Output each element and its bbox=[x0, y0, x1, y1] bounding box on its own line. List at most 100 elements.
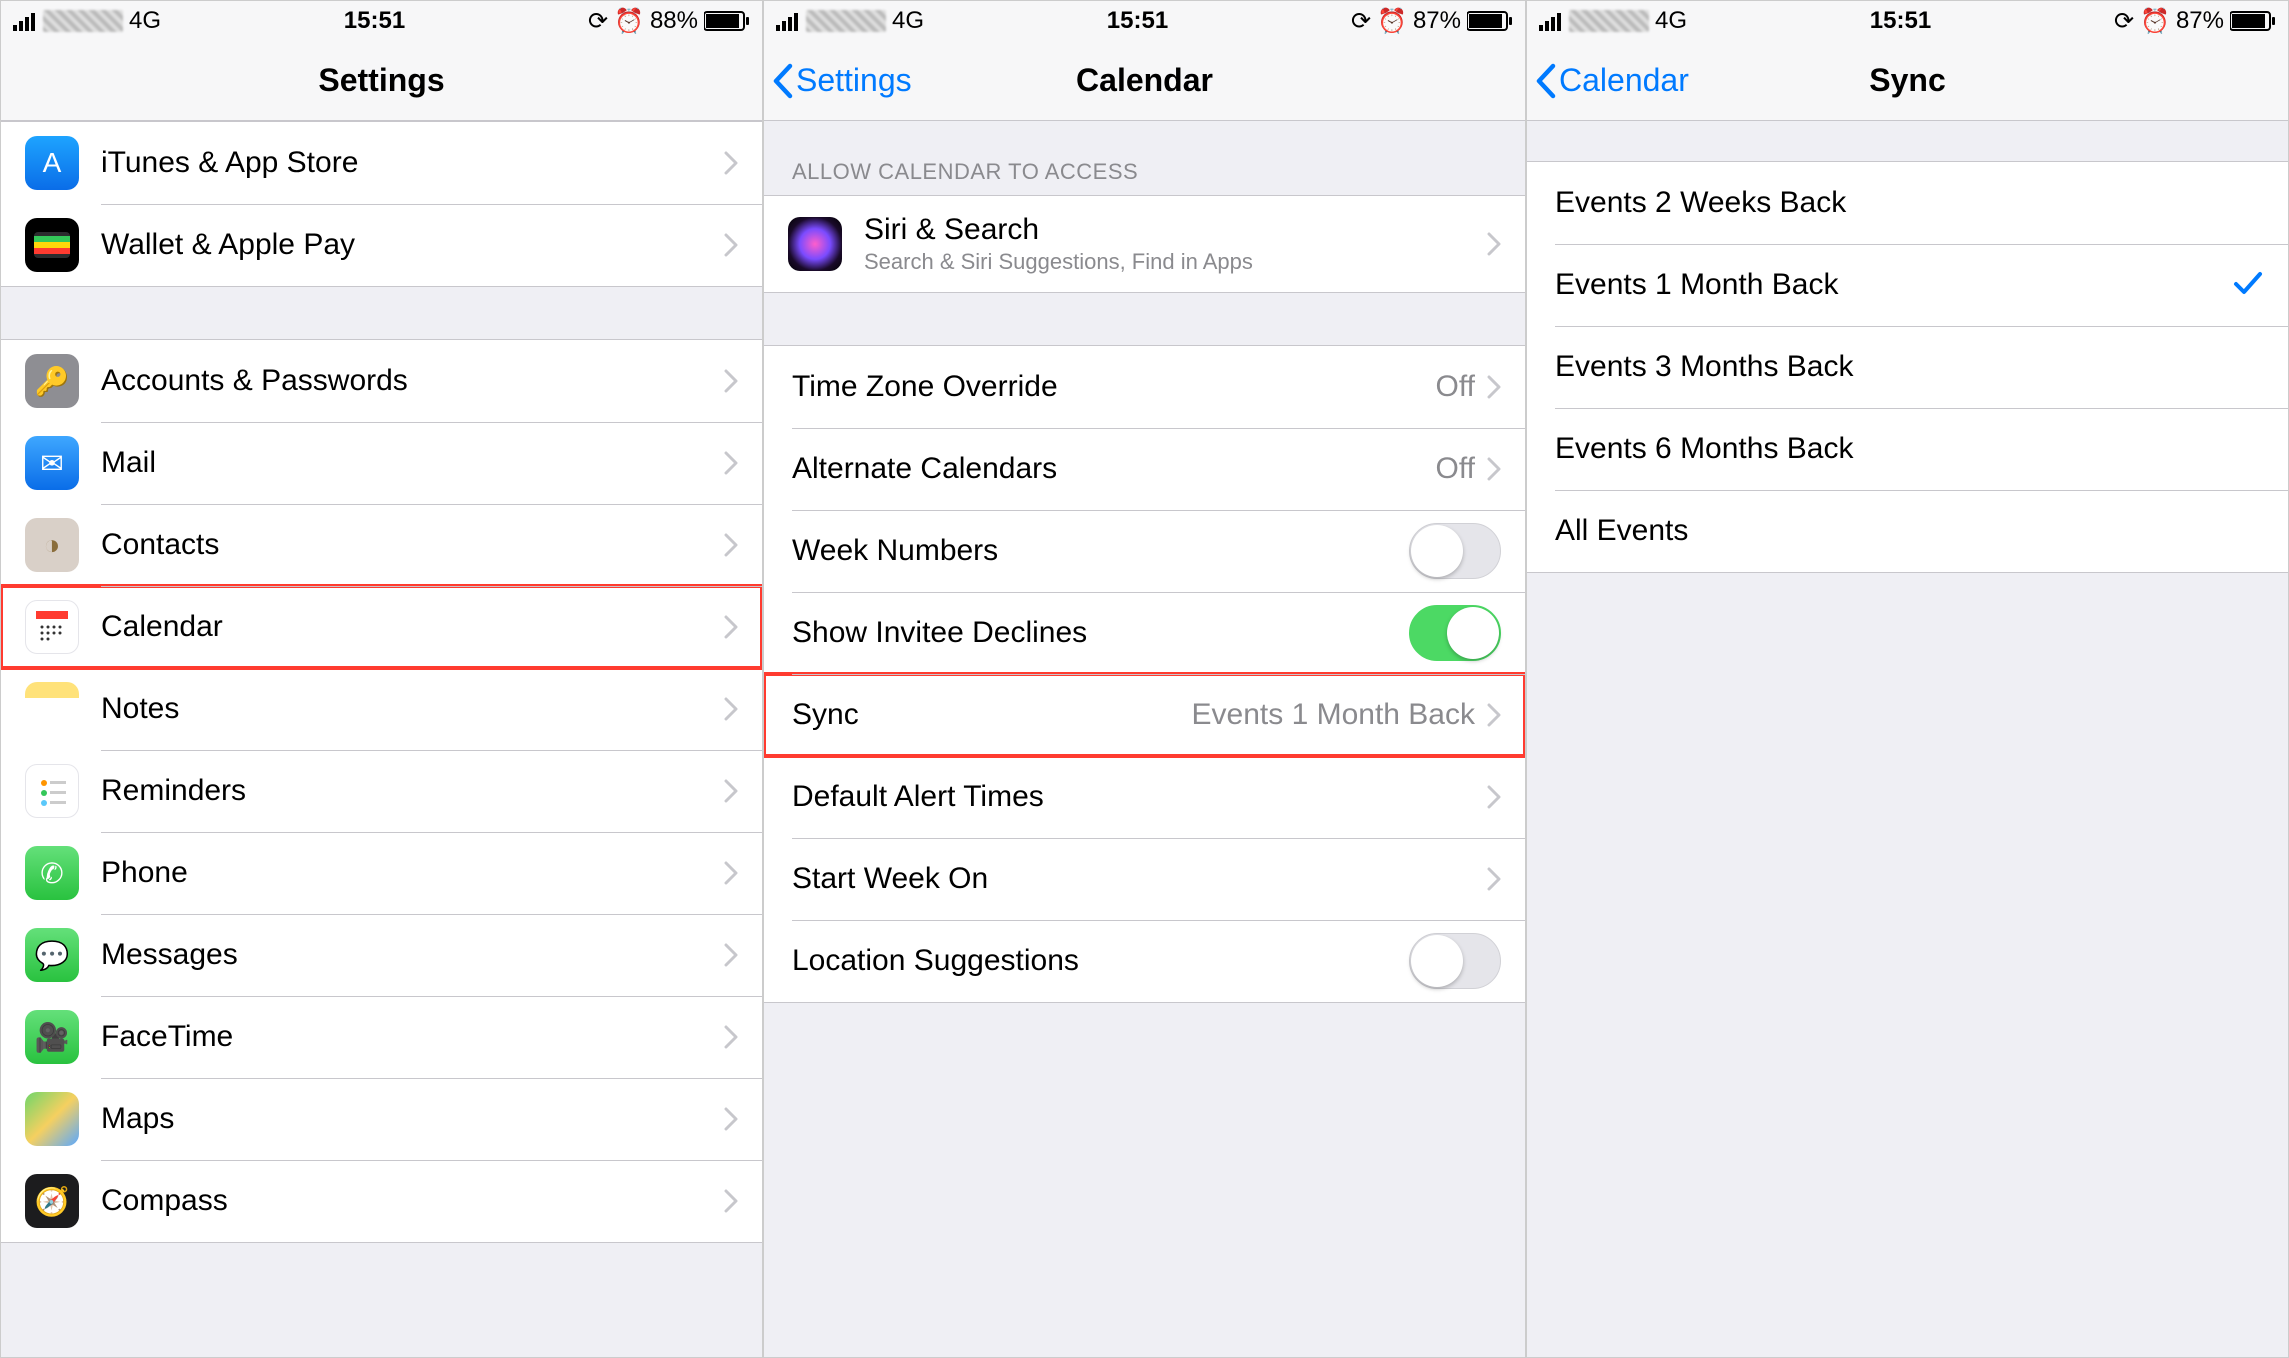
row-start-week-on[interactable]: Start Week On bbox=[764, 838, 1525, 920]
orientation-lock-icon: ⟳ bbox=[1351, 7, 1371, 36]
page-title: Calendar bbox=[1076, 62, 1213, 99]
row-facetime[interactable]: 🎥 FaceTime bbox=[1, 996, 762, 1078]
row-label: iTunes & App Store bbox=[101, 146, 724, 180]
status-time: 15:51 bbox=[1107, 7, 1168, 35]
row-label: Contacts bbox=[101, 528, 724, 562]
chevron-left-icon bbox=[1535, 62, 1559, 100]
option-1-month[interactable]: Events 1 Month Back bbox=[1527, 244, 2288, 326]
nav-bar: Calendar Sync bbox=[1527, 41, 2288, 121]
row-contacts[interactable]: ◑ Contacts bbox=[1, 504, 762, 586]
row-messages[interactable]: 💬 Messages bbox=[1, 914, 762, 996]
row-siri-search[interactable]: Siri & Search Search & Siri Suggestions,… bbox=[764, 196, 1525, 292]
row-default-alert-times[interactable]: Default Alert Times bbox=[764, 756, 1525, 838]
settings-group-store: A iTunes & App Store Wallet & Apple Pay bbox=[1, 121, 762, 287]
row-label: Calendar bbox=[101, 610, 724, 644]
chevron-right-icon bbox=[1487, 232, 1501, 256]
row-label: Location Suggestions bbox=[792, 944, 1409, 978]
row-label: Siri & Search bbox=[864, 213, 1487, 247]
row-maps[interactable]: Maps bbox=[1, 1078, 762, 1160]
row-phone[interactable]: ✆ Phone bbox=[1, 832, 762, 914]
page-title: Sync bbox=[1869, 62, 1945, 99]
chevron-right-icon bbox=[724, 1025, 738, 1049]
row-show-invitee-declines[interactable]: Show Invitee Declines bbox=[764, 592, 1525, 674]
calendar-settings-pane: 4G 15:51 ⟳ ⏰ 87% Settings Calendar Allow… bbox=[763, 0, 1526, 1358]
row-reminders[interactable]: Reminders bbox=[1, 750, 762, 832]
settings-pane: 4G 15:51 ⟳ ⏰ 88% Settings A iTunes & App… bbox=[0, 0, 763, 1358]
row-value: Events 1 Month Back bbox=[1192, 698, 1475, 732]
alarm-icon: ⏰ bbox=[614, 7, 644, 36]
row-label: Sync bbox=[792, 698, 1192, 732]
battery-percent: 88% bbox=[650, 7, 698, 35]
row-label: Maps bbox=[101, 1102, 724, 1136]
status-time: 15:51 bbox=[1870, 7, 1931, 35]
row-wallet[interactable]: Wallet & Apple Pay bbox=[1, 204, 762, 286]
row-alternate-calendars[interactable]: Alternate Calendars Off bbox=[764, 428, 1525, 510]
toggle-week-numbers[interactable] bbox=[1409, 523, 1501, 579]
settings-group-apps: 🔑 Accounts & Passwords ✉︎ Mail ◑ Contact… bbox=[1, 339, 762, 1243]
back-button[interactable]: Settings bbox=[772, 62, 912, 100]
chevron-right-icon bbox=[724, 779, 738, 803]
carrier-label bbox=[1569, 10, 1649, 32]
battery-percent: 87% bbox=[2176, 7, 2224, 35]
row-label: Wallet & Apple Pay bbox=[101, 228, 724, 262]
option-3-months[interactable]: Events 3 Months Back bbox=[1527, 326, 2288, 408]
chevron-right-icon bbox=[724, 1189, 738, 1213]
row-sublabel: Search & Siri Suggestions, Find in Apps bbox=[864, 249, 1487, 275]
row-calendar[interactable]: Calendar bbox=[1, 586, 762, 668]
carrier-label bbox=[806, 10, 886, 32]
chevron-right-icon bbox=[724, 615, 738, 639]
row-itunes-appstore[interactable]: A iTunes & App Store bbox=[1, 122, 762, 204]
chevron-right-icon bbox=[724, 697, 738, 721]
appstore-icon: A bbox=[25, 136, 79, 190]
row-label: Default Alert Times bbox=[792, 780, 1487, 814]
row-label: FaceTime bbox=[101, 1020, 724, 1054]
option-6-months[interactable]: Events 6 Months Back bbox=[1527, 408, 2288, 490]
orientation-lock-icon: ⟳ bbox=[2114, 7, 2134, 36]
toggle-location-suggestions[interactable] bbox=[1409, 933, 1501, 989]
chevron-right-icon bbox=[724, 369, 738, 393]
row-accounts-passwords[interactable]: 🔑 Accounts & Passwords bbox=[1, 340, 762, 422]
row-label: Accounts & Passwords bbox=[101, 364, 724, 398]
chevron-right-icon bbox=[724, 151, 738, 175]
row-sync[interactable]: Sync Events 1 Month Back bbox=[764, 674, 1525, 756]
row-label: Compass bbox=[101, 1184, 724, 1218]
row-mail[interactable]: ✉︎ Mail bbox=[1, 422, 762, 504]
row-value: Off bbox=[1436, 370, 1475, 404]
alarm-icon: ⏰ bbox=[2140, 7, 2170, 36]
facetime-icon: 🎥 bbox=[25, 1010, 79, 1064]
row-label: All Events bbox=[1555, 514, 2264, 548]
maps-icon bbox=[25, 1092, 79, 1146]
row-timezone-override[interactable]: Time Zone Override Off bbox=[764, 346, 1525, 428]
page-title: Settings bbox=[318, 62, 444, 99]
toggle-invitee-declines[interactable] bbox=[1409, 605, 1501, 661]
option-2-weeks[interactable]: Events 2 Weeks Back bbox=[1527, 162, 2288, 244]
row-label: Alternate Calendars bbox=[792, 452, 1436, 486]
siri-icon bbox=[788, 217, 842, 271]
row-label: Reminders bbox=[101, 774, 724, 808]
compass-icon: 🧭 bbox=[25, 1174, 79, 1228]
row-week-numbers[interactable]: Week Numbers bbox=[764, 510, 1525, 592]
network-label: 4G bbox=[1655, 7, 1687, 35]
back-label: Calendar bbox=[1559, 62, 1689, 99]
nav-bar: Settings bbox=[1, 41, 762, 121]
row-value: Off bbox=[1436, 452, 1475, 486]
status-bar: 4G 15:51 ⟳ ⏰ 87% bbox=[764, 1, 1525, 41]
row-label: Show Invitee Declines bbox=[792, 616, 1409, 650]
chevron-right-icon bbox=[724, 451, 738, 475]
network-label: 4G bbox=[892, 7, 924, 35]
row-compass[interactable]: 🧭 Compass bbox=[1, 1160, 762, 1242]
contacts-icon: ◑ bbox=[25, 518, 79, 572]
sync-options-group: Events 2 Weeks Back Events 1 Month Back … bbox=[1527, 161, 2288, 573]
alarm-icon: ⏰ bbox=[1377, 7, 1407, 36]
row-location-suggestions[interactable]: Location Suggestions bbox=[764, 920, 1525, 1002]
row-label: Messages bbox=[101, 938, 724, 972]
row-notes[interactable]: Notes bbox=[1, 668, 762, 750]
option-all-events[interactable]: All Events bbox=[1527, 490, 2288, 572]
mail-icon: ✉︎ bbox=[25, 436, 79, 490]
back-button[interactable]: Calendar bbox=[1535, 62, 1689, 100]
row-label: Time Zone Override bbox=[792, 370, 1436, 404]
row-label: Week Numbers bbox=[792, 534, 1409, 568]
messages-icon: 💬 bbox=[25, 928, 79, 982]
status-bar: 4G 15:51 ⟳ ⏰ 87% bbox=[1527, 1, 2288, 41]
chevron-right-icon bbox=[1487, 375, 1501, 399]
